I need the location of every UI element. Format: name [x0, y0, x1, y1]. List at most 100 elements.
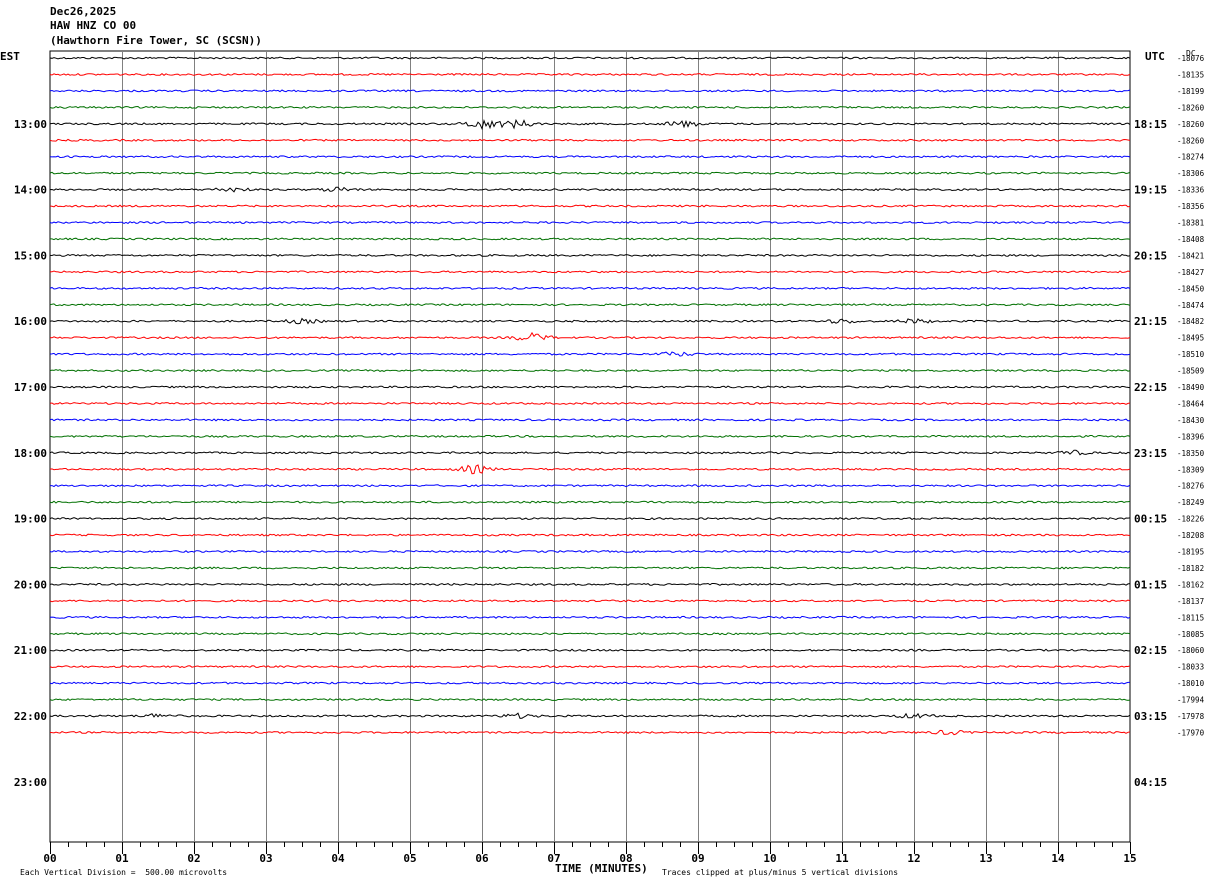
- seismic-trace: [49, 566, 1131, 570]
- right-hour-label: 21:15: [1134, 315, 1167, 328]
- seismic-trace: [49, 138, 1131, 142]
- x-tick-label: 14: [1051, 852, 1065, 865]
- dc-offset-label: -18490: [1177, 383, 1205, 392]
- dc-offset-label: -18195: [1177, 548, 1204, 557]
- dc-offset-label: -18350: [1177, 449, 1205, 458]
- dc-offset-label: -18085: [1177, 630, 1204, 639]
- right-hour-label: 04:15: [1134, 776, 1167, 789]
- dc-offset-label: -18249: [1177, 498, 1204, 507]
- dc-offset-label: -18427: [1177, 268, 1204, 277]
- x-tick-label: 04: [331, 852, 345, 865]
- right-hour-label: 22:15: [1134, 381, 1167, 394]
- seismic-trace: [49, 317, 1131, 325]
- right-hour-label: 02:15: [1134, 644, 1167, 657]
- dc-offset-label: -18260: [1177, 136, 1205, 145]
- seismic-trace: [49, 729, 1131, 736]
- dc-offset-label: -18260: [1177, 103, 1205, 112]
- seismic-trace: [49, 464, 1131, 475]
- seismic-trace: [49, 118, 1131, 131]
- seismic-trace: [49, 599, 1131, 603]
- x-tick-label: 00: [43, 852, 56, 865]
- dc-offset-label: -18495: [1177, 334, 1204, 343]
- dc-offset-label: -18381: [1177, 219, 1204, 228]
- x-tick-label: 02: [187, 852, 200, 865]
- dc-offset-label: -18396: [1177, 432, 1205, 441]
- x-tick-label: 10: [763, 852, 776, 865]
- left-hour-label: 17:00: [14, 381, 47, 394]
- seismic-trace: [49, 186, 1131, 193]
- dc-offset-label: -18509: [1177, 367, 1204, 376]
- seismic-trace: [49, 615, 1131, 619]
- right-hour-label: 01:15: [1134, 578, 1167, 591]
- right-hour-label: 20:15: [1134, 249, 1167, 262]
- seismic-trace: [49, 351, 1131, 357]
- dc-offset-label: -18309: [1177, 465, 1204, 474]
- seismic-trace: [50, 385, 1131, 389]
- dc-offset-label: -18474: [1177, 301, 1205, 310]
- dc-offset-label: -18135: [1177, 70, 1204, 79]
- dc-offset-label: -18306: [1177, 169, 1205, 178]
- seismic-trace: [49, 171, 1131, 175]
- dc-offset-label: -17970: [1177, 728, 1205, 737]
- dc-offset-label: -18226: [1177, 515, 1205, 524]
- seismic-trace: [49, 712, 1131, 719]
- dc-offset-label: -17978: [1177, 712, 1205, 721]
- seismic-trace: [49, 517, 1131, 521]
- seismic-trace: [49, 681, 1130, 685]
- seismic-trace: [49, 105, 1131, 109]
- dc-offset-label: -18482: [1177, 317, 1204, 326]
- seismic-trace: [49, 449, 1131, 456]
- right-hour-label: 18:15: [1134, 118, 1167, 131]
- seismic-trace: [49, 665, 1131, 669]
- x-tick-label: 09: [691, 852, 704, 865]
- plot-frame: [49, 50, 1131, 843]
- seismic-trace: [49, 500, 1131, 504]
- seismic-trace: [49, 698, 1131, 702]
- seismic-trace: [49, 72, 1131, 76]
- dc-offset-label: -18274: [1177, 153, 1205, 162]
- x-tick-label: 01: [115, 852, 129, 865]
- dc-offset-label: -18115: [1177, 613, 1204, 622]
- right-hour-label: 00:15: [1134, 513, 1167, 526]
- seismic-trace: [49, 549, 1131, 554]
- left-hour-label: 14:00: [14, 184, 47, 197]
- x-tick-label: 12: [907, 852, 920, 865]
- dc-offset-label: -18276: [1177, 482, 1205, 491]
- seismic-trace: [49, 89, 1131, 93]
- dc-offset-label: -18336: [1177, 186, 1205, 195]
- x-tick-label: 15: [1123, 852, 1136, 865]
- dc-offset-label: -18430: [1177, 416, 1205, 425]
- dc-offset-label: -18356: [1177, 202, 1205, 211]
- dc-offset-label: -17994: [1177, 696, 1205, 705]
- seismic-trace: [49, 155, 1131, 159]
- left-hour-label: 16:00: [14, 315, 47, 328]
- seismic-trace: [49, 582, 1131, 586]
- seismic-trace: [49, 220, 1131, 225]
- dc-offset-label: -18408: [1177, 235, 1205, 244]
- seismic-trace: [49, 270, 1131, 274]
- dc-offset-label: -18076: [1177, 54, 1205, 63]
- seismic-trace: [49, 434, 1131, 438]
- x-tick-label: 11: [835, 852, 849, 865]
- seismic-trace: [49, 204, 1131, 208]
- left-hour-label: 19:00: [14, 513, 47, 526]
- dc-offset-label: -18260: [1177, 120, 1205, 129]
- right-hour-label: 19:15: [1134, 184, 1167, 197]
- x-tick-label: 03: [259, 852, 272, 865]
- dc-offset-label: -18162: [1177, 580, 1204, 589]
- seismic-trace: [49, 632, 1131, 636]
- left-hour-label: 15:00: [14, 249, 47, 262]
- seismic-trace: [49, 331, 1131, 341]
- seismic-trace: [49, 533, 1131, 537]
- clip-note: Traces clipped at plus/minus 5 vertical …: [662, 868, 899, 877]
- x-axis-label: TIME (MINUTES): [555, 862, 648, 875]
- x-tick-label: 13: [979, 852, 992, 865]
- seismic-trace: [49, 286, 1131, 290]
- left-hour-label: 23:00: [14, 776, 47, 789]
- dc-offset-label: -18182: [1177, 564, 1204, 573]
- left-hour-label: 13:00: [14, 118, 47, 131]
- dc-offset-label: -18033: [1177, 663, 1204, 672]
- left-hour-label: 21:00: [14, 644, 47, 657]
- dc-offset-label: -18450: [1177, 284, 1205, 293]
- seismic-trace: [49, 303, 1131, 307]
